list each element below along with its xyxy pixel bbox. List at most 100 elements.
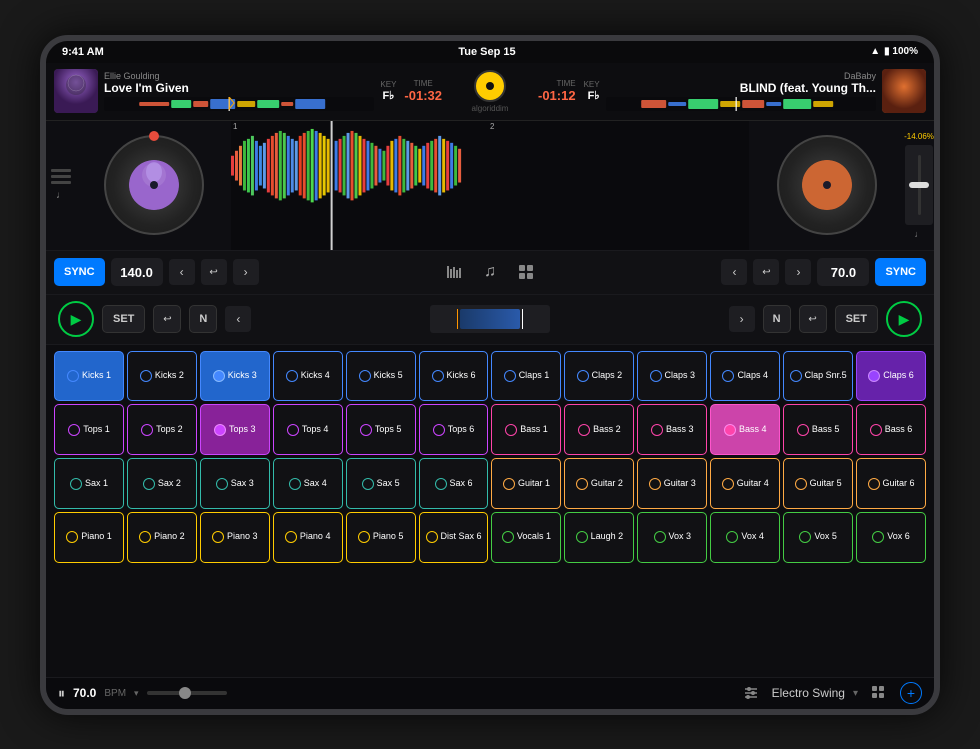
pad-guitar-6[interactable]: Guitar 6 — [856, 458, 926, 509]
pad-piano-1[interactable]: Piano 1 — [54, 512, 124, 563]
pad-kicks-1[interactable]: Kicks 1 — [54, 351, 124, 402]
pad-piano-4[interactable]: Piano 4 — [273, 512, 343, 563]
pad-piano-5[interactable]: Piano 5 — [346, 512, 416, 563]
pad-bass-6[interactable]: Bass 6 — [856, 404, 926, 455]
pad-guitar-2[interactable]: Guitar 2 — [564, 458, 634, 509]
left-controls: ♩ — [46, 121, 76, 250]
pad-kicks-2[interactable]: Kicks 2 — [127, 351, 197, 402]
add-icon-btn[interactable]: + — [900, 682, 922, 704]
right-vinyl[interactable] — [777, 135, 877, 235]
pad-sax-5[interactable]: Sax 5 — [346, 458, 416, 509]
pad-guitar-3[interactable]: Guitar 3 — [637, 458, 707, 509]
pad-bass-4[interactable]: Bass 4 — [710, 404, 780, 455]
pad-vox-3[interactable]: Vox 3 — [637, 512, 707, 563]
pad-clap-snr-5[interactable]: Clap Snr.5 — [783, 351, 853, 402]
bpm-slider-thumb — [179, 687, 191, 699]
pad-dist-sax-6[interactable]: Dist Sax 6 — [419, 512, 489, 563]
equalizer-icon-btn[interactable] — [738, 680, 764, 706]
pads-grid: Kicks 1 Kicks 2 Kicks 3 Kicks 4 Kicks 5 … — [54, 351, 926, 671]
pad-claps-2[interactable]: Claps 2 — [564, 351, 634, 402]
left-loop-btn[interactable]: ↩ — [201, 259, 227, 285]
left-vinyl-area — [76, 121, 231, 250]
right-forward-btn[interactable]: › — [729, 306, 755, 332]
pad-tops-4[interactable]: Tops 4 — [273, 404, 343, 455]
transport-bar: SYNC 140.0 ‹ ↩ › ♫ ‹ ↩ › 70.0 SYNC — [46, 251, 934, 295]
pitch-control[interactable] — [905, 145, 933, 225]
left-vinyl[interactable] — [104, 135, 204, 235]
pad-vox-5[interactable]: Vox 5 — [783, 512, 853, 563]
pad-bass-2[interactable]: Bass 2 — [564, 404, 634, 455]
music-icon-btn[interactable]: ♫ — [476, 258, 504, 286]
right-set-button[interactable]: SET — [835, 305, 878, 333]
left-set-button[interactable]: SET — [102, 305, 145, 333]
right-prev-button[interactable]: ‹ — [721, 259, 747, 285]
pad-bass-1[interactable]: Bass 1 — [491, 404, 561, 455]
right-n-button[interactable]: N — [763, 305, 791, 333]
right-pitch-slider: -14.06% ♩ — [904, 121, 934, 250]
pad-bass-3[interactable]: Bass 3 — [637, 404, 707, 455]
grid-icon-btn[interactable] — [512, 258, 540, 286]
pad-tops-6[interactable]: Tops 6 — [419, 404, 489, 455]
left-next-button[interactable]: › — [233, 259, 259, 285]
pad-kicks-3[interactable]: Kicks 3 — [200, 351, 270, 402]
playhead — [522, 309, 523, 329]
pad-piano-3[interactable]: Piano 3 — [200, 512, 270, 563]
right-sync-button[interactable]: SYNC — [875, 258, 926, 286]
pad-kicks-4[interactable]: Kicks 4 — [273, 351, 343, 402]
pad-sax-1[interactable]: Sax 1 — [54, 458, 124, 509]
pad-sax-4[interactable]: Sax 4 — [273, 458, 343, 509]
main-waveform: 1 2 — [231, 121, 749, 250]
left-loop-button[interactable]: ↩ — [153, 305, 181, 333]
left-prev-button[interactable]: ‹ — [169, 259, 195, 285]
left-album-art — [54, 69, 98, 113]
loop-region — [460, 309, 520, 329]
apps-icon-btn[interactable] — [866, 680, 892, 706]
deck-headers: Ellie Goulding Love I'm Given — [46, 63, 934, 121]
center-logo: algoriddim — [450, 63, 530, 120]
right-play-button[interactable]: ▶ — [886, 301, 922, 337]
right-vinyl-image — [802, 160, 852, 210]
right-album-art — [882, 69, 926, 113]
right-key-time: KEY F♭ TIME -01:12 — [538, 79, 600, 103]
mixer-icon-btn[interactable] — [440, 258, 468, 286]
pad-guitar-5[interactable]: Guitar 5 — [783, 458, 853, 509]
pad-claps-1[interactable]: Claps 1 — [491, 351, 561, 402]
pad-tops-1[interactable]: Tops 1 — [54, 404, 124, 455]
right-loop-button[interactable]: ↩ — [799, 305, 827, 333]
right-loop-btn[interactable]: ↩ — [753, 259, 779, 285]
bpm-slider[interactable] — [147, 691, 227, 695]
left-back-btn[interactable]: ‹ — [225, 306, 251, 332]
ipad-frame: 9:41 AM Tue Sep 15 ▲ ▮ 100% Ell — [40, 35, 940, 715]
pad-kicks-6[interactable]: Kicks 6 — [419, 351, 489, 402]
main-decks: ♩ — [46, 121, 934, 251]
left-sync-button[interactable]: SYNC — [54, 258, 105, 286]
pad-kicks-5[interactable]: Kicks 5 — [346, 351, 416, 402]
left-play-button[interactable]: ▶ — [58, 301, 94, 337]
pad-sax-6[interactable]: Sax 6 — [419, 458, 489, 509]
pad-bass-5[interactable]: Bass 5 — [783, 404, 853, 455]
crossfader-knob[interactable] — [474, 70, 506, 102]
pad-piano-2[interactable]: Piano 2 — [127, 512, 197, 563]
pad-claps-3[interactable]: Claps 3 — [637, 351, 707, 402]
pad-claps-6[interactable]: Claps 6 — [856, 351, 926, 402]
pad-sax-2[interactable]: Sax 2 — [127, 458, 197, 509]
pads-section: Kicks 1 Kicks 2 Kicks 3 Kicks 4 Kicks 5 … — [46, 345, 934, 677]
left-n-button[interactable]: N — [189, 305, 217, 333]
pad-vox-4[interactable]: Vox 4 — [710, 512, 780, 563]
pad-sax-3[interactable]: Sax 3 — [200, 458, 270, 509]
pause-button[interactable]: ⏸ — [58, 685, 65, 702]
pad-laugh-2[interactable]: Laugh 2 — [564, 512, 634, 563]
right-next-button[interactable]: › — [785, 259, 811, 285]
cue-point-1 — [457, 309, 458, 329]
bottom-bpm: 70.0 — [73, 686, 96, 700]
pad-tops-3[interactable]: Tops 3 — [200, 404, 270, 455]
pad-guitar-4[interactable]: Guitar 4 — [710, 458, 780, 509]
bottom-bar: ⏸ 70.0 BPM ▾ Electro Swing ▾ + — [46, 677, 934, 709]
pad-vox-6[interactable]: Vox 6 — [856, 512, 926, 563]
pad-tops-5[interactable]: Tops 5 — [346, 404, 416, 455]
pad-tops-2[interactable]: Tops 2 — [127, 404, 197, 455]
center-play-area — [259, 305, 720, 333]
pad-vocals-1[interactable]: Vocals 1 — [491, 512, 561, 563]
pad-guitar-1[interactable]: Guitar 1 — [491, 458, 561, 509]
pad-claps-4[interactable]: Claps 4 — [710, 351, 780, 402]
